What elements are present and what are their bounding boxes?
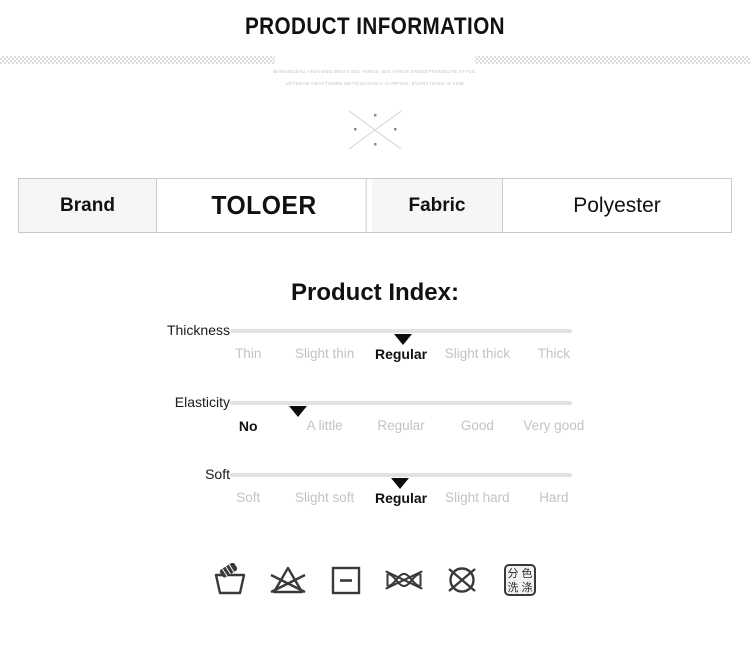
- do-not-bleach-icon: [268, 560, 308, 600]
- scale-item-very-good[interactable]: Very good: [516, 418, 592, 434]
- scale-item-slight-hard[interactable]: Slight hard: [439, 490, 515, 506]
- index-slider-track-elasticity[interactable]: [230, 401, 572, 417]
- wash-separately-cn-icon: 分 色 洗 涤: [500, 560, 540, 600]
- scale-item-slight-soft[interactable]: Slight soft: [286, 490, 362, 506]
- checker-rule-gap: [275, 56, 475, 64]
- header-subtitle: BAWABOZHU HIGH-END MEN'S BIG YARDS, BIG …: [0, 66, 750, 90]
- index-scale-soft: Soft Slight soft Regular Slight hard Har…: [210, 490, 592, 506]
- spec-value-brand: TOLOER: [162, 179, 367, 232]
- index-row-soft: Soft Soft Slight soft Regular Slight har…: [0, 462, 750, 534]
- scale-item-regular[interactable]: Regular: [363, 346, 439, 362]
- subtitle-line-1: BAWABOZHU HIGH-END MEN'S BIG YARDS, BIG …: [273, 69, 477, 74]
- scale-item-slight-thick[interactable]: Slight thick: [439, 346, 515, 362]
- subtitle-line-2: VETERAN CRAFTSMEN METICULOUSLY CLIPPING,…: [285, 81, 465, 86]
- care-instruction-icons: 分 色 洗 涤: [0, 560, 750, 600]
- index-slider-track-soft[interactable]: [230, 473, 572, 489]
- cn-char-1: 分: [507, 566, 519, 580]
- scale-item-a-little[interactable]: A little: [286, 418, 362, 434]
- index-row-label-elasticity: Elasticity: [174, 394, 230, 410]
- index-slider-track-thickness[interactable]: [230, 329, 572, 345]
- index-row-label-thickness: Thickness: [166, 322, 230, 338]
- spec-label-fabric: Fabric: [372, 179, 503, 232]
- spec-table: Brand TOLOER Fabric Polyester: [18, 178, 732, 233]
- tumble-dry-low-icon: [326, 560, 366, 600]
- index-slider-marker-soft[interactable]: [391, 478, 409, 489]
- index-row-elasticity: Elasticity No A little Regular Good Very…: [0, 390, 750, 462]
- scale-item-regular-soft[interactable]: Regular: [363, 490, 439, 506]
- x-cross-ornament-icon: [345, 108, 405, 152]
- do-not-wring-icon: [384, 560, 424, 600]
- page-title: PRODUCT INFORMATION: [244, 13, 506, 40]
- scale-item-soft[interactable]: Soft: [210, 490, 286, 506]
- index-slider-marker-thickness[interactable]: [394, 334, 412, 345]
- index-slider-marker-elasticity[interactable]: [289, 406, 307, 417]
- product-index-title: Product Index:: [290, 279, 459, 306]
- index-row-thickness: Thickness Thin Slight thin Regular Sligh…: [0, 318, 750, 390]
- index-row-label-soft: Soft: [205, 466, 230, 482]
- do-not-dry-clean-icon: [442, 560, 482, 600]
- hand-wash-icon: [210, 560, 250, 600]
- spec-label-brand: Brand: [19, 179, 157, 232]
- product-index-rows: Thickness Thin Slight thin Regular Sligh…: [0, 318, 750, 534]
- spec-value-fabric: Polyester: [503, 179, 731, 232]
- cn-char-3: 洗: [507, 580, 519, 594]
- scale-item-no[interactable]: No: [210, 418, 286, 434]
- index-scale-elasticity: No A little Regular Good Very good: [210, 418, 592, 434]
- cn-char-2: 色: [521, 566, 533, 580]
- scale-item-hard[interactable]: Hard: [516, 490, 592, 506]
- scale-item-regular-elasticity[interactable]: Regular: [363, 418, 439, 434]
- index-scale-thickness: Thin Slight thin Regular Slight thick Th…: [210, 346, 592, 362]
- scale-item-slight-thin[interactable]: Slight thin: [286, 346, 362, 362]
- scale-item-thin[interactable]: Thin: [210, 346, 286, 362]
- decorative-checker-rule: [0, 56, 750, 64]
- scale-item-thick[interactable]: Thick: [516, 346, 592, 362]
- cn-char-4: 涤: [521, 580, 533, 594]
- scale-item-good[interactable]: Good: [439, 418, 515, 434]
